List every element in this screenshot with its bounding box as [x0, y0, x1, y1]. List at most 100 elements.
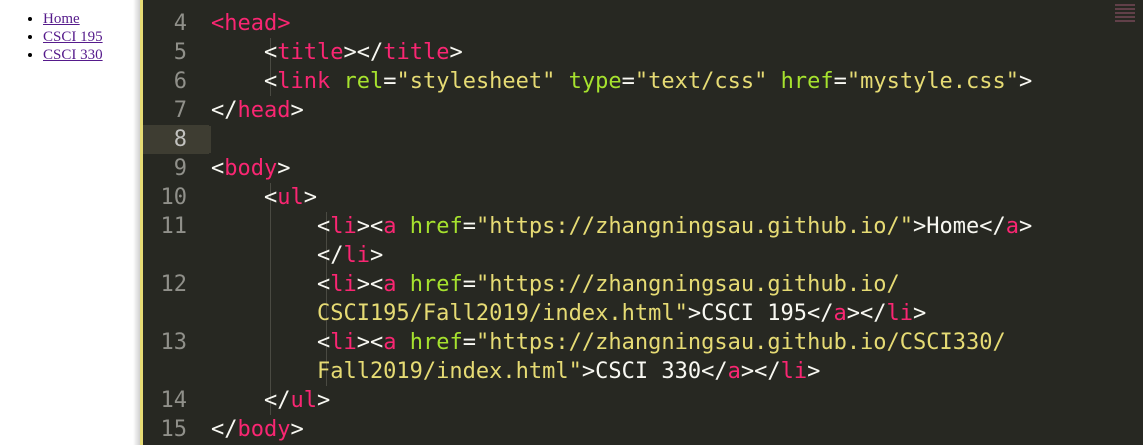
token-plain: = — [462, 214, 476, 239]
code-text: <li><a href="https://zhangningsau.github… — [211, 212, 1032, 241]
token-tag: a — [1005, 214, 1020, 239]
home-link[interactable]: Home — [43, 11, 80, 27]
line-number: 4 — [173, 11, 187, 36]
code-line[interactable]: 11 <li><a href="https://zhangningsau.git… — [143, 212, 1143, 241]
code-text: <title></title> — [211, 38, 463, 67]
token-tag: li — [780, 359, 808, 384]
code-line[interactable]: 9 <body> — [143, 154, 1143, 183]
line-number: 13 — [160, 330, 188, 355]
code-text: Fall2019/index.html">CSCI 330</a></li> — [211, 357, 820, 386]
token-tag: li — [330, 330, 357, 355]
code-line[interactable]: 6 <link rel="stylesheet" type="text/css"… — [143, 67, 1143, 96]
token-tag: link — [277, 69, 331, 94]
token-str: CSCI195/Fall2019/index.html" — [211, 301, 688, 326]
code-text: </ul> — [211, 386, 330, 415]
line-number: 8 — [173, 127, 187, 152]
token-attr: href — [409, 272, 463, 297]
token-plain: = — [383, 69, 397, 94]
token-plain: > — [807, 359, 821, 384]
code-line[interactable]: 8 — [143, 125, 1143, 154]
line-number: 7 — [173, 98, 187, 123]
code-text: <head> — [211, 9, 290, 38]
line-number: 15 — [160, 417, 188, 442]
token-plain: > — [290, 417, 304, 442]
token-tag: a — [833, 301, 847, 326]
token-plain: >< — [356, 214, 384, 239]
token-plain: >< — [356, 330, 384, 355]
token-plain: >< — [356, 272, 384, 297]
token-str: "https://zhangningsau.github.io/CSCI330/ — [475, 330, 1006, 355]
token-plain: > — [913, 301, 927, 326]
line-number: 5 — [173, 40, 187, 65]
token-tag: a — [383, 214, 397, 239]
token-plain: = — [462, 272, 476, 297]
token-tag: li — [343, 243, 370, 268]
line-number: 6 — [173, 69, 187, 94]
line-number: 10 — [160, 185, 188, 210]
token-tag: body — [224, 156, 278, 181]
list-item: CSCI 195 — [43, 28, 103, 46]
token-plain: ></ — [846, 301, 887, 326]
token-tag: a — [727, 359, 741, 384]
code-line[interactable]: Fall2019/index.html">CSCI 330</a></li> — [143, 357, 1143, 386]
line-number: 9 — [173, 156, 187, 181]
code-line[interactable]: 10 <ul> — [143, 183, 1143, 212]
code-text: CSCI195/Fall2019/index.html">CSCI 195</a… — [211, 299, 926, 328]
code-text: </head> — [211, 96, 304, 125]
code-text: </body> — [211, 415, 304, 444]
code-line[interactable]: 7 </head> — [143, 96, 1143, 125]
token-plain: </ — [211, 388, 291, 413]
token-attr: rel — [343, 69, 384, 94]
code-line[interactable]: 5 <title></title> — [143, 38, 1143, 67]
token-plain: > — [303, 185, 317, 210]
token-tag: li — [330, 214, 357, 239]
token-plain: > — [1019, 214, 1033, 239]
token-plain: >Home</ — [913, 214, 1006, 239]
token-tag: <head> — [211, 11, 291, 36]
token-plain: > — [290, 98, 304, 123]
code-line[interactable]: 4 <head> — [143, 9, 1143, 38]
browser-preview: Home CSCI 195 CSCI 330 — [0, 0, 140, 445]
token-plain: > — [316, 388, 331, 413]
token-str: "https://zhangningsau.github.io/ — [475, 272, 900, 297]
list-item: Home — [43, 10, 103, 28]
token-attr: href — [409, 214, 463, 239]
token-tag: a — [383, 330, 397, 355]
line-number: 11 — [160, 214, 188, 239]
code-line[interactable]: CSCI195/Fall2019/index.html">CSCI 195</a… — [143, 299, 1143, 328]
token-str: Fall2019/index.html" — [211, 359, 582, 384]
token-plain: < — [211, 272, 331, 297]
code-text: <ul> — [211, 183, 317, 212]
token-str: "https://zhangningsau.github.io/" — [475, 214, 914, 239]
code-line[interactable]: 14 </ul> — [143, 386, 1143, 415]
code-text: <li><a href="https://zhangningsau.github… — [211, 328, 1006, 357]
token-tag: title — [277, 40, 344, 65]
code-editor[interactable]: 4 <head> 5 <title></title> 6 <link rel="sty… — [143, 0, 1143, 445]
token-tag: title — [383, 40, 450, 65]
line-number: 12 — [160, 272, 188, 297]
line-number: 14 — [160, 388, 188, 413]
token-plain: < — [211, 185, 278, 210]
code-line[interactable]: </li> — [143, 241, 1143, 270]
token-tag: li — [886, 301, 914, 326]
csci330-link[interactable]: CSCI 330 — [43, 47, 103, 63]
token-str: "mystyle.css" — [846, 69, 1020, 94]
token-attr: href — [780, 69, 834, 94]
token-plain: < — [211, 40, 278, 65]
csci195-link[interactable]: CSCI 195 — [43, 29, 103, 45]
token-plain: < — [211, 330, 331, 355]
token-plain: ></ — [343, 40, 384, 65]
code-line[interactable]: 13 <li><a href="https://zhangningsau.git… — [143, 328, 1143, 357]
token-plain: > — [277, 156, 291, 181]
token-plain: > — [1019, 69, 1033, 94]
code-line[interactable]: 15 </body> — [143, 415, 1143, 444]
token-plain: ></ — [740, 359, 781, 384]
code-line[interactable]: 12 <li><a href="https://zhangningsau.git… — [143, 270, 1143, 299]
token-plain: >CSCI 195</ — [687, 301, 834, 326]
